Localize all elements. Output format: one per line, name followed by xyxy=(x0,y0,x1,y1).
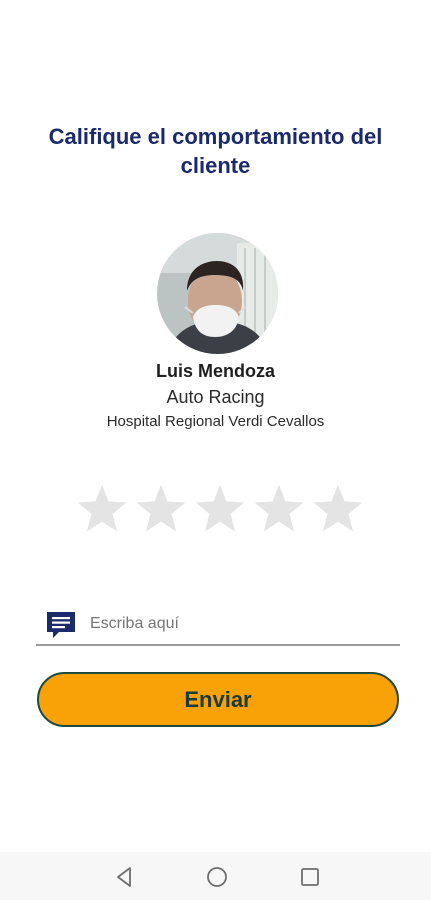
star-icon[interactable] xyxy=(134,482,188,536)
client-location: Hospital Regional Verdi Cevallos xyxy=(106,413,325,430)
star-icon[interactable] xyxy=(252,482,306,536)
client-name: Luis Mendoza xyxy=(155,361,275,381)
client-company: Auto Racing xyxy=(166,387,265,407)
system-navigation-bar xyxy=(0,852,431,900)
comment-icon xyxy=(45,610,77,640)
star-rating xyxy=(75,482,365,536)
recents-icon[interactable] xyxy=(298,865,322,889)
comment-input-underline xyxy=(36,644,400,646)
avatar-photo xyxy=(157,233,278,354)
send-button[interactable]: Enviar xyxy=(37,672,399,727)
avatar xyxy=(157,233,278,354)
page-title: Califique el comportamiento del cliente xyxy=(48,124,383,178)
star-icon[interactable] xyxy=(311,482,365,536)
comment-input[interactable] xyxy=(88,607,402,641)
rating-screen: Califique el comportamiento del cliente … xyxy=(0,0,431,900)
star-icon[interactable] xyxy=(193,482,247,536)
home-icon[interactable] xyxy=(205,865,229,889)
back-icon[interactable] xyxy=(113,865,137,889)
star-icon[interactable] xyxy=(75,482,129,536)
